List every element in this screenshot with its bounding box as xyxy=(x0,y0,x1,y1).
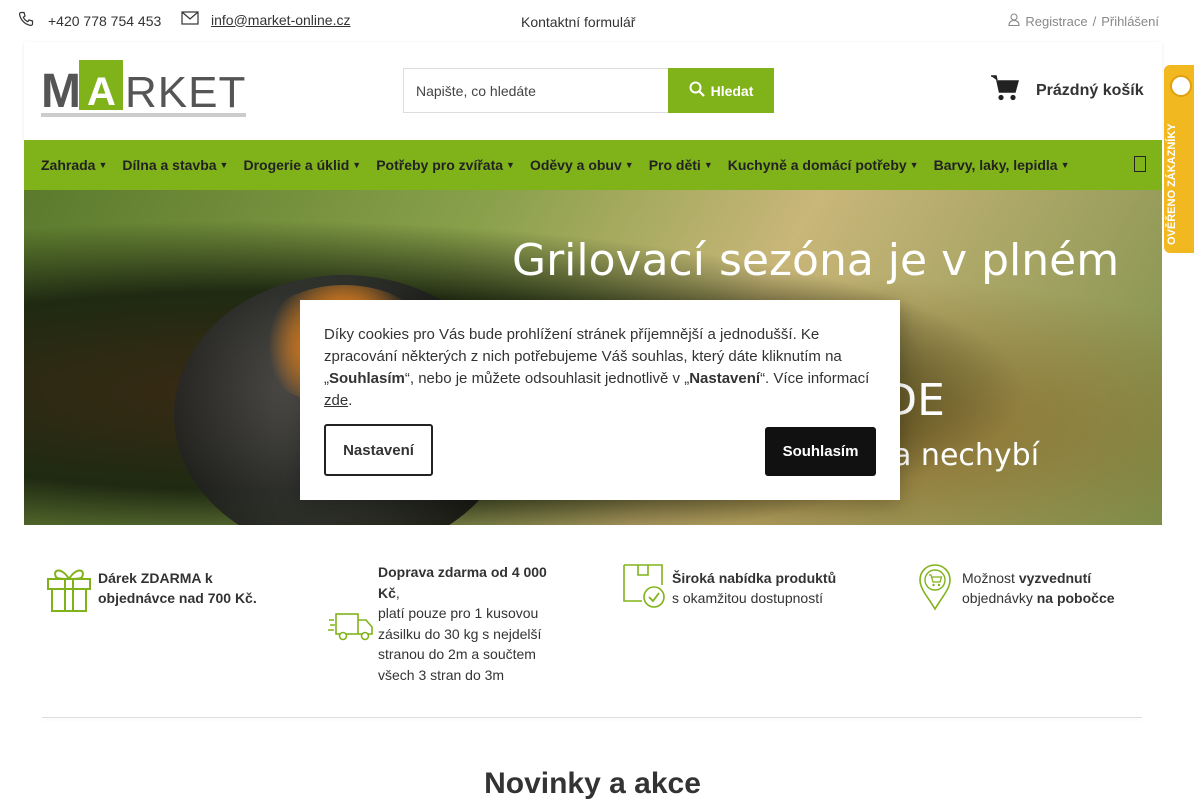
cookie-text: Díky cookies pro Vás bude prohlížení str… xyxy=(324,324,876,412)
cookie-more-info-link[interactable]: zde xyxy=(324,392,348,409)
cookie-text-part: “. Více informací xyxy=(760,370,870,387)
cookie-overlay: Díky cookies pro Vás bude prohlížení str… xyxy=(0,0,1185,800)
cookie-text-part: “, nebo je můžete odsouhlasit jednotlivě… xyxy=(404,370,690,387)
cookie-text-bold: Souhlasím xyxy=(329,370,405,387)
cookie-dialog: Díky cookies pro Vás bude prohlížení str… xyxy=(300,300,900,500)
cookie-settings-button[interactable]: Nastavení xyxy=(324,424,433,476)
cookie-text-part: . xyxy=(348,392,353,409)
cookie-agree-button[interactable]: Souhlasím xyxy=(765,427,876,476)
cookie-text-bold: Nastavení xyxy=(689,370,761,387)
